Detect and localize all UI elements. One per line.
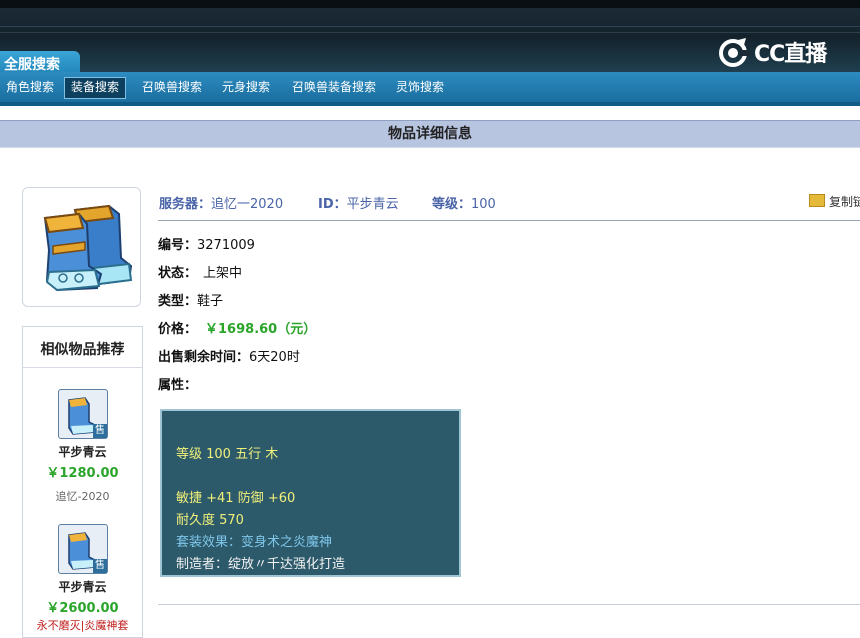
nav-body-search[interactable]: 元身搜索 <box>216 77 276 97</box>
rec-item-icon[interactable]: 售 <box>58 389 108 439</box>
top-strip <box>0 0 860 8</box>
rec-item-price: ￥1280.00 <box>46 466 119 481</box>
header-line <box>0 32 860 33</box>
attr-maker: 制造者：绽放〃千达强化打造 <box>176 557 346 572</box>
section-title: 物品详细信息 <box>388 126 472 142</box>
level-info: 等级：100 <box>432 193 496 212</box>
copy-link-button[interactable]: 复制链 <box>809 193 860 210</box>
divider <box>158 220 860 221</box>
id-info: ID：平步青云 <box>318 193 399 212</box>
nav-accessory-search[interactable]: 灵饰搜索 <box>390 77 450 97</box>
rec-item-icon[interactable]: 售 <box>58 524 108 574</box>
attr-set-effect: 套装效果：变身术之炎魔神 <box>176 535 333 550</box>
field-price: 价格： ￥1698.60（元） <box>158 318 316 337</box>
level-value: 100 <box>471 197 496 212</box>
rec-item-price: ￥2600.00 <box>46 601 119 616</box>
field-price-value: ￥1698.60（元） <box>205 322 317 337</box>
site-logo[interactable]: CC直播 <box>718 36 838 68</box>
field-type-value: 鞋子 <box>197 294 224 309</box>
folder-icon <box>809 194 825 207</box>
id-value: 平步青云 <box>346 197 399 212</box>
sale-badge: 售 <box>93 559 107 573</box>
logo-text: CC直播 <box>754 42 827 67</box>
field-status-value: 上架中 <box>203 266 243 281</box>
rec-item-name[interactable]: 平步青云 <box>23 443 142 460</box>
rec-item-name[interactable]: 平步青云 <box>23 578 142 595</box>
similar-items-panel: 相似物品推荐 售 平步青云 ￥1280.00 追忆-2020 售 平步青云 ￥2… <box>22 326 143 638</box>
server-value: 追忆一2020 <box>211 197 284 212</box>
field-time-left: 出售剩余时间：6天20时 <box>158 346 300 365</box>
item-image-frame <box>22 187 141 307</box>
rec-item-server: 追忆-2020 <box>55 490 110 503</box>
copy-link-label: 复制链 <box>829 195 860 209</box>
sale-badge: 售 <box>93 424 107 438</box>
field-number-value: 3271009 <box>197 238 255 253</box>
field-status-label: 状态： <box>158 266 198 281</box>
nav-pet-search[interactable]: 召唤兽搜索 <box>136 77 208 97</box>
attr-stats: 敏捷 +41 防御 +60 <box>176 491 296 506</box>
field-type-label: 类型： <box>158 294 198 309</box>
field-status: 状态： 上架中 <box>158 262 242 281</box>
boots-icon <box>43 204 133 292</box>
site-header: 全服搜索 CC直播 <box>0 8 860 79</box>
server-info: 服务器：追忆一2020 <box>159 193 283 212</box>
server-label: 服务器： <box>159 197 212 212</box>
field-time-label: 出售剩余时间： <box>158 350 250 365</box>
search-nav: 角色搜索 装备搜索 召唤兽搜索 元身搜索 召唤兽装备搜索 灵饰搜索 <box>0 72 860 106</box>
section-header: 物品详细信息 <box>0 120 860 148</box>
field-attributes: 属性： <box>158 374 197 393</box>
field-type: 类型：鞋子 <box>158 290 223 309</box>
field-attributes-label: 属性： <box>158 378 198 393</box>
level-label: 等级： <box>432 197 472 212</box>
header-line <box>0 26 860 27</box>
cc-logo-icon <box>719 38 750 67</box>
nav-equipment-search[interactable]: 装备搜索 <box>64 77 127 99</box>
attr-durability: 耐久度 570 <box>176 513 244 528</box>
rec-item-server: 永不磨灭|炎魔神套 <box>36 619 129 632</box>
divider <box>158 604 860 605</box>
field-number: 编号：3271009 <box>158 234 255 253</box>
id-label: ID： <box>318 197 347 212</box>
nav-role-search[interactable]: 角色搜索 <box>0 77 60 97</box>
nav-pet-equipment-search[interactable]: 召唤兽装备搜索 <box>286 77 382 97</box>
field-time-value: 6天20时 <box>249 350 300 365</box>
field-price-label: 价格： <box>158 322 198 337</box>
field-number-label: 编号： <box>158 238 198 253</box>
attr-level-element: 等级 100 五行 木 <box>176 447 279 462</box>
attributes-box: 等级 100 五行 木 敏捷 +41 防御 +60 耐久度 570 套装效果：变… <box>160 409 461 577</box>
similar-items-title: 相似物品推荐 <box>23 327 142 368</box>
